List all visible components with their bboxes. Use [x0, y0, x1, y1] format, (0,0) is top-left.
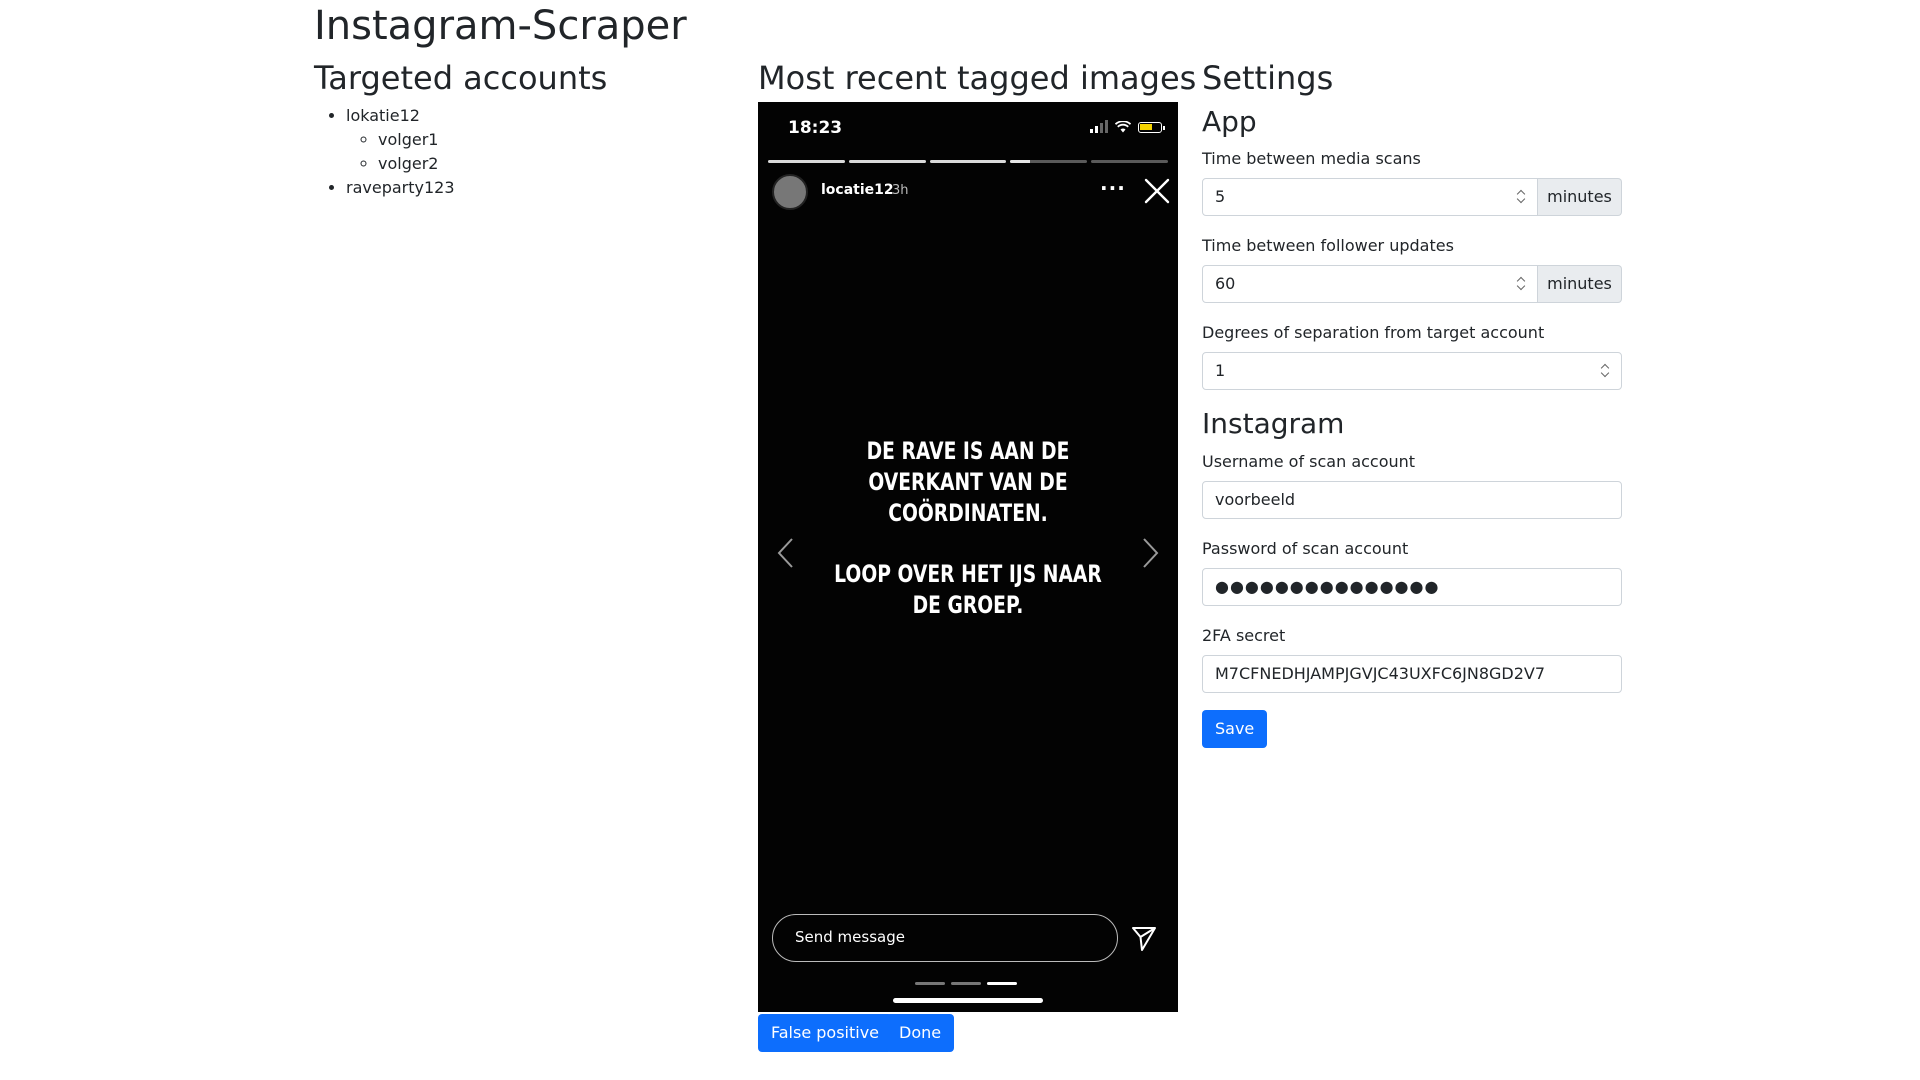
send-message-input[interactable]: Send message	[772, 914, 1118, 962]
twofa-input[interactable]: M7CFNEDHJAMPJGVJC43UXFC6JN8GD2V7	[1202, 655, 1622, 693]
story-progress	[768, 160, 1168, 163]
degrees-input[interactable]: 1	[1202, 352, 1622, 390]
follower-item: volger2	[378, 152, 455, 176]
spinner-icon[interactable]	[1599, 363, 1611, 379]
media-scans-value: 5	[1215, 187, 1226, 206]
follower-updates-value: 60	[1215, 274, 1236, 293]
status-bar-time: 18:23	[788, 118, 843, 138]
account-item: lokatie12 volger1 volger2	[346, 104, 455, 176]
story-text-line: LOOP OVER HET IJS NAAR DE GROEP.	[834, 560, 1102, 619]
follower-updates-input[interactable]: 60	[1202, 265, 1538, 303]
status-icons	[1090, 120, 1165, 133]
account-name: raveparty123	[346, 178, 455, 197]
progress-segment	[848, 160, 926, 163]
false-positive-button[interactable]: False positive	[758, 1014, 893, 1052]
story-text: DE RAVE IS AAN DE OVERKANT VAN DE COÖRDI…	[820, 436, 1116, 651]
instagram-settings-title: Instagram	[1202, 407, 1345, 440]
send-icon[interactable]	[1130, 924, 1158, 952]
avatar[interactable]	[772, 174, 808, 210]
story-age: 3h	[892, 183, 909, 198]
twofa-label: 2FA secret	[1202, 626, 1286, 645]
settings-title: Settings	[1202, 59, 1334, 97]
degrees-label: Degrees of separation from target accoun…	[1202, 323, 1545, 342]
spinner-icon[interactable]	[1515, 276, 1527, 292]
done-button[interactable]: Done	[886, 1014, 955, 1052]
chevron-right-icon[interactable]	[1140, 536, 1162, 570]
chevron-left-icon[interactable]	[774, 536, 796, 570]
progress-segment	[768, 160, 845, 163]
story-username[interactable]: locatie12	[821, 182, 894, 198]
degrees-value: 1	[1215, 361, 1226, 380]
page-dot	[915, 982, 945, 985]
progress-segment	[929, 160, 1007, 163]
follower-name: volger2	[378, 154, 439, 173]
page-dots	[915, 982, 1017, 985]
follower-item: volger1	[378, 128, 455, 152]
close-icon[interactable]	[1142, 176, 1172, 206]
tagged-image-story: 18:23 locatie12 3h ··· DE RAVE IS AAN DE…	[758, 102, 1178, 1012]
minutes-addon: minutes	[1538, 265, 1622, 303]
minutes-addon: minutes	[1538, 178, 1622, 216]
media-scans-label: Time between media scans	[1202, 149, 1421, 168]
signal-icon	[1090, 120, 1108, 133]
targeted-accounts-title: Targeted accounts	[314, 59, 608, 97]
page-dot	[951, 982, 981, 985]
password-label: Password of scan account	[1202, 539, 1409, 558]
username-input[interactable]: voorbeeld	[1202, 481, 1622, 519]
page-dot	[987, 982, 1017, 985]
page: Instagram-Scraper Targeted accounts loka…	[0, 0, 1920, 1080]
media-scans-input[interactable]: 5	[1202, 178, 1538, 216]
home-indicator	[893, 998, 1043, 1003]
more-icon[interactable]: ···	[1100, 176, 1126, 200]
progress-segment	[1091, 160, 1168, 163]
tagged-images-title: Most recent tagged images	[758, 59, 1197, 97]
app-settings-title: App	[1202, 105, 1257, 138]
account-name: lokatie12	[346, 106, 420, 125]
username-label: Username of scan account	[1202, 452, 1416, 471]
story-text-line: DE RAVE IS AAN DE OVERKANT VAN DE COÖRDI…	[866, 437, 1070, 527]
progress-segment	[1010, 160, 1088, 163]
follower-list: volger1 volger2	[346, 128, 455, 176]
accounts-list: lokatie12 volger1 volger2 raveparty123	[314, 104, 455, 200]
wifi-icon	[1115, 121, 1131, 133]
save-button[interactable]: Save	[1202, 710, 1268, 748]
spinner-icon[interactable]	[1515, 189, 1527, 205]
password-input[interactable]: ●●●●●●●●●●●●●●●	[1202, 568, 1622, 606]
app-title: Instagram-Scraper	[314, 3, 687, 49]
follower-updates-label: Time between follower updates	[1202, 236, 1454, 255]
account-item: raveparty123	[346, 176, 455, 200]
follower-name: volger1	[378, 130, 439, 149]
battery-icon	[1138, 122, 1165, 133]
